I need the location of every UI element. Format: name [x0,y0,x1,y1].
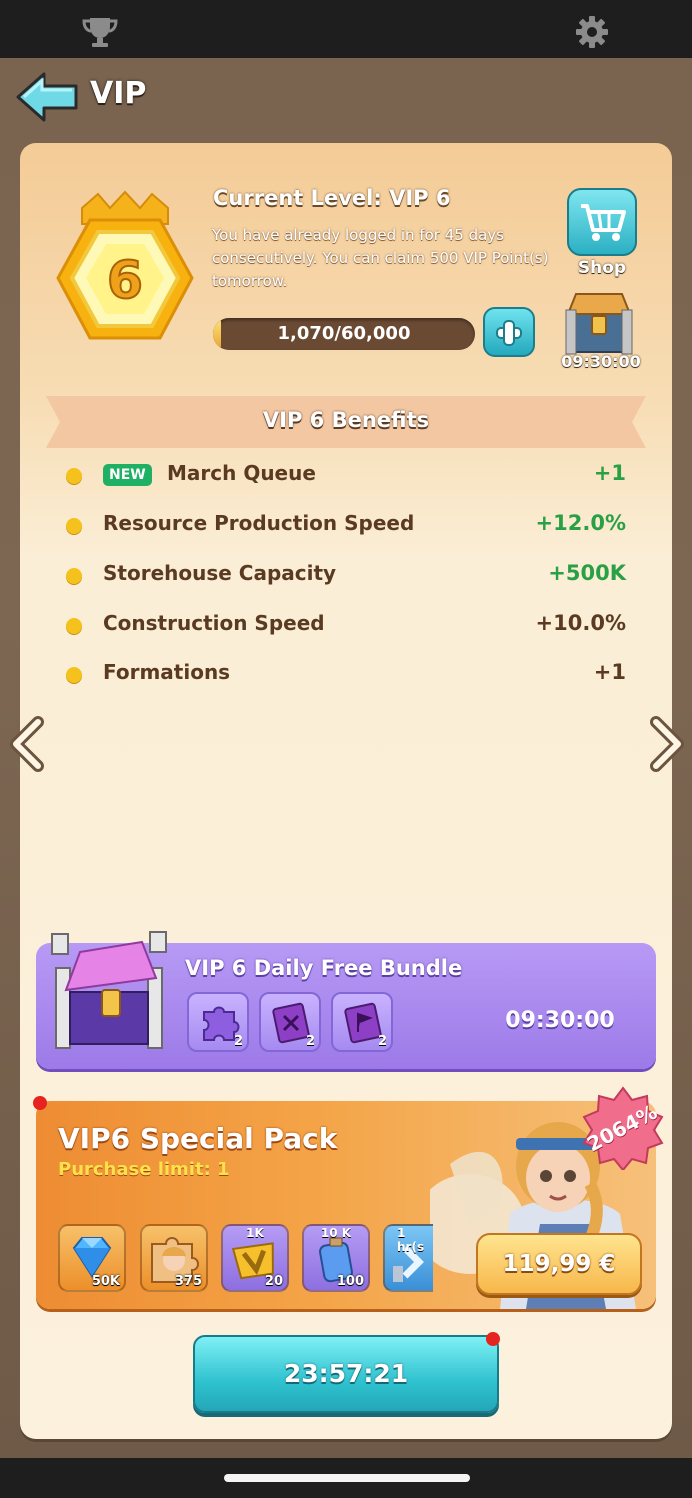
new-badge: NEW [103,464,152,486]
pack-item-count: 100 [336,1274,364,1289]
vip-progress-text: 1,070/60,000 [277,323,411,344]
pack-item-count: 375 [174,1274,202,1289]
bundle-item-count: 2 [233,1034,243,1049]
benefits-title: VIP 6 Benefits [262,408,430,432]
pack-item-diamonds[interactable]: 50K [58,1224,126,1292]
bundle-chest-icon [46,928,176,1054]
benefit-value: +10.0% [535,611,626,635]
bundle-item-skill-book[interactable]: 2 [259,992,321,1052]
benefit-value: +500K [548,561,626,585]
bullet-icon [66,618,82,634]
daily-bundle-timer: 09:30:00 [505,1008,615,1033]
benefit-name: Storehouse Capacity [103,561,337,585]
notification-dot [33,1096,47,1110]
chevron-right-icon [650,716,684,772]
gear-icon[interactable] [572,14,612,50]
next-level-arrow[interactable] [648,716,688,772]
benefit-row: Formations +1 [66,657,626,691]
pack-item-top-label: 1K [246,1226,264,1240]
benefit-name: March Queue [167,461,316,485]
back-arrow-icon [16,72,78,122]
purchase-limit: Purchase limit: 1 [58,1159,230,1180]
pack-item-speedup[interactable]: 1 hr(s [383,1224,433,1292]
top-bar [0,0,692,58]
benefit-value: +12.0% [535,511,626,535]
vip-level-number: 6 [107,251,143,311]
notification-dot [486,1332,500,1346]
trophy-icon[interactable] [80,14,120,50]
benefit-row: Resource Production Speed +12.0% [66,508,626,542]
pack-item-top-label: 1 hr(s [397,1226,425,1254]
back-button[interactable] [14,70,80,124]
bundle-item-puzzle[interactable]: 2 [187,992,249,1052]
bullet-icon [66,667,82,683]
page-title: VIP [90,76,147,111]
chevron-left-icon [10,716,44,772]
login-streak-message: You have already logged in for 45 days c… [212,226,549,290]
bullet-icon [66,468,82,484]
shop-button[interactable] [567,188,637,256]
pack-item-hero-shards[interactable]: 375 [140,1224,208,1292]
cart-icon [581,204,626,241]
benefit-row: Storehouse Capacity +500K [66,558,626,592]
vip-chest-icon[interactable] [560,286,638,356]
special-pack-title: VIP6 Special Pack [58,1122,338,1155]
bundle-item-count: 2 [305,1034,315,1049]
pack-item-count: 50K [91,1274,120,1289]
benefit-name: Resource Production Speed [103,511,415,535]
benefit-row: NEW March Queue +1 [66,458,626,492]
daily-bundle-title: VIP 6 Daily Free Bundle [185,956,463,980]
pack-item-exp-potion[interactable]: 10 K 100 [302,1224,370,1292]
vip-level-badge: 6 [50,190,200,350]
bullet-icon [66,518,82,534]
countdown-button[interactable]: 23:57:21 [193,1335,499,1413]
add-vip-points-button[interactable] [483,307,535,357]
bullet-icon [66,568,82,584]
benefit-name: Formations [103,660,231,684]
bundle-item-flag-book[interactable]: 2 [331,992,393,1052]
chest-timer: 09:30:00 [561,352,641,371]
shop-label: Shop [577,258,627,278]
previous-level-arrow[interactable] [6,716,46,772]
pack-item-vip-points[interactable]: 1K 20 [221,1224,289,1292]
buy-price-button[interactable]: 119,99 € [476,1233,642,1295]
benefit-value: +1 [593,461,626,485]
benefit-row: Construction Speed +10.0% [66,608,626,642]
benefit-value: +1 [593,660,626,684]
pack-item-top-label: 10 K [320,1226,352,1240]
bundle-item-count: 2 [377,1034,387,1049]
pack-item-count: 20 [264,1274,283,1289]
vip-progress-bar: 1,070/60,000 [213,318,475,350]
current-level-title: Current Level: VIP 6 [213,186,451,210]
home-indicator[interactable] [224,1474,470,1482]
benefit-name: Construction Speed [103,611,325,635]
